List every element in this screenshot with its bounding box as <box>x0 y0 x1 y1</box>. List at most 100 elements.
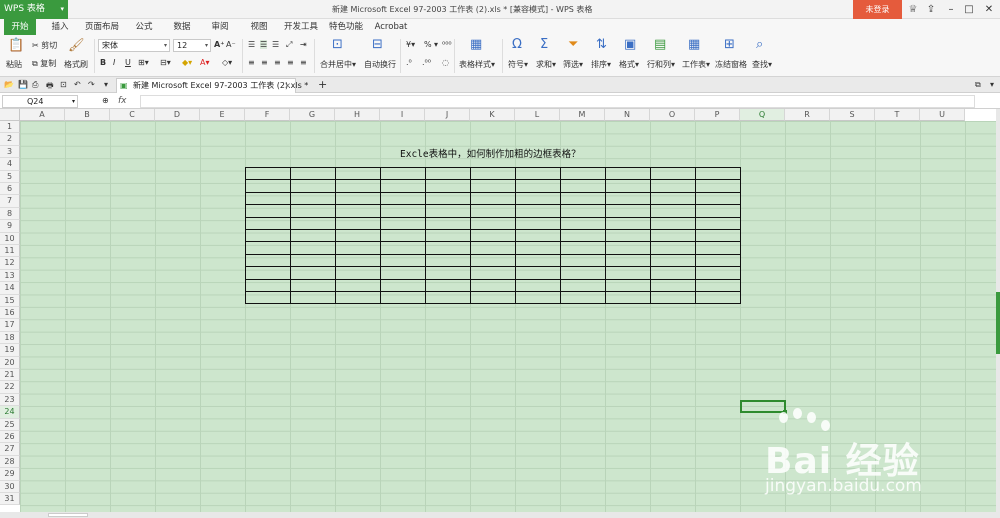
table-cell[interactable] <box>650 228 696 243</box>
table-cell[interactable] <box>605 216 651 230</box>
table-cell[interactable] <box>515 228 561 243</box>
row-header[interactable]: 8 <box>0 207 20 221</box>
fx-button[interactable]: fx <box>118 94 127 109</box>
table-cell[interactable] <box>560 266 606 280</box>
row-header[interactable]: 15 <box>0 294 20 307</box>
table-cell[interactable] <box>335 266 381 280</box>
row-header[interactable]: 24 <box>0 406 20 419</box>
table-cell[interactable] <box>560 290 606 305</box>
table-style-button[interactable]: 表格样式▾ <box>459 59 495 70</box>
row-header[interactable]: 18 <box>0 331 20 345</box>
table-cell[interactable] <box>695 179 741 193</box>
table-cell[interactable] <box>470 216 516 230</box>
table-cell[interactable] <box>380 241 426 255</box>
close-icon[interactable]: ✕ <box>980 0 998 19</box>
table-cell[interactable] <box>515 191 561 206</box>
sort-button[interactable]: 排序▾ <box>591 59 611 70</box>
table-cell[interactable] <box>290 204 336 218</box>
column-header[interactable]: I <box>380 109 425 121</box>
table-cell[interactable] <box>650 216 696 230</box>
table-cell[interactable] <box>290 166 336 181</box>
table-cell[interactable] <box>335 241 381 255</box>
format-button[interactable]: 格式▾ <box>619 59 639 70</box>
column-header[interactable]: T <box>875 109 920 121</box>
export-pdf-icon[interactable]: ⎙ <box>32 80 38 90</box>
window-list-icon[interactable]: ⧉ <box>975 80 981 90</box>
bordered-table[interactable] <box>245 166 741 305</box>
format-icon[interactable]: ▣ <box>624 38 636 52</box>
row-header[interactable]: 31 <box>0 493 20 506</box>
table-cell[interactable] <box>560 278 606 292</box>
column-header[interactable]: C <box>110 109 155 121</box>
row-header[interactable]: 25 <box>0 418 20 431</box>
table-cell[interactable] <box>290 253 336 268</box>
table-cell[interactable] <box>245 253 291 268</box>
row-header[interactable]: 11 <box>0 245 20 258</box>
table-cell[interactable] <box>290 278 336 292</box>
justify-icon[interactable]: ≡ <box>287 58 294 67</box>
table-cell[interactable] <box>515 179 561 193</box>
wrap-text-icon[interactable]: ⊟ <box>372 38 383 52</box>
table-cell[interactable] <box>425 216 471 230</box>
table-cell[interactable] <box>695 191 741 206</box>
table-cell[interactable] <box>650 290 696 305</box>
table-cell[interactable] <box>515 266 561 280</box>
column-header[interactable]: P <box>695 109 740 121</box>
table-cell[interactable] <box>380 179 426 193</box>
column-header[interactable]: G <box>290 109 335 121</box>
table-cell[interactable] <box>695 290 741 305</box>
column-header[interactable]: B <box>65 109 110 121</box>
table-cell[interactable] <box>425 228 471 243</box>
table-cell[interactable] <box>650 204 696 218</box>
align-middle-icon[interactable]: ☰ <box>260 40 268 49</box>
preview-icon[interactable]: ⊡ <box>60 80 67 89</box>
format-painter-button[interactable]: 格式刷 <box>64 59 88 70</box>
table-cell[interactable] <box>695 166 741 181</box>
table-cell[interactable] <box>515 241 561 255</box>
minimize-icon[interactable]: – <box>942 0 960 19</box>
symbol-button[interactable]: 符号▾ <box>508 59 528 70</box>
table-cell[interactable] <box>695 228 741 243</box>
vertical-scroll-thumb[interactable] <box>996 292 1000 354</box>
table-cell[interactable] <box>515 166 561 181</box>
row-header[interactable]: 17 <box>0 319 20 332</box>
worksheet-button[interactable]: 工作表▾ <box>682 59 710 70</box>
italic-button[interactable]: I <box>113 58 115 67</box>
align-center-icon[interactable]: ≡ <box>261 58 268 67</box>
horizontal-scrollbar[interactable] <box>0 512 1000 518</box>
column-header[interactable]: J <box>425 109 470 121</box>
align-top-icon[interactable]: ☰ <box>248 40 255 49</box>
table-cell[interactable] <box>290 191 336 206</box>
table-cell[interactable] <box>650 179 696 193</box>
table-cell[interactable] <box>470 204 516 218</box>
worksheet-icon[interactable]: ▦ <box>688 38 700 52</box>
column-header[interactable]: K <box>470 109 515 121</box>
orientation-icon[interactable]: ⤢ <box>286 40 292 50</box>
table-cell[interactable] <box>650 278 696 292</box>
table-cell[interactable] <box>245 179 291 193</box>
table-cell[interactable] <box>245 266 291 280</box>
row-header[interactable]: 30 <box>0 480 20 493</box>
number-format-icon[interactable]: ◌ <box>442 58 449 67</box>
table-cell[interactable] <box>695 241 741 255</box>
filter-button[interactable]: 筛选▾ <box>563 59 583 70</box>
print-icon[interactable]: 🖶 <box>46 80 54 94</box>
table-cell[interactable] <box>470 228 516 243</box>
table-cell[interactable] <box>245 278 291 292</box>
table-cell[interactable] <box>380 266 426 280</box>
maximize-icon[interactable]: □ <box>960 0 978 19</box>
column-header[interactable]: F <box>245 109 290 121</box>
bold-button[interactable]: B <box>100 58 106 67</box>
table-cell[interactable] <box>290 228 336 243</box>
font-name-select[interactable]: 宋体 ▾ <box>98 39 170 52</box>
align-bottom-icon[interactable]: ☰ <box>272 40 279 49</box>
table-cell[interactable] <box>290 179 336 193</box>
table-cell[interactable] <box>470 166 516 181</box>
table-cell[interactable] <box>425 266 471 280</box>
tab-formulas[interactable]: 公式 <box>128 19 160 35</box>
align-right-icon[interactable]: ≡ <box>274 58 281 67</box>
table-cell[interactable] <box>335 204 381 218</box>
undo-icon[interactable]: ↶ <box>74 80 81 89</box>
close-tab-icon[interactable]: × <box>284 79 291 92</box>
name-box[interactable]: Q24 ▾ <box>2 95 78 108</box>
